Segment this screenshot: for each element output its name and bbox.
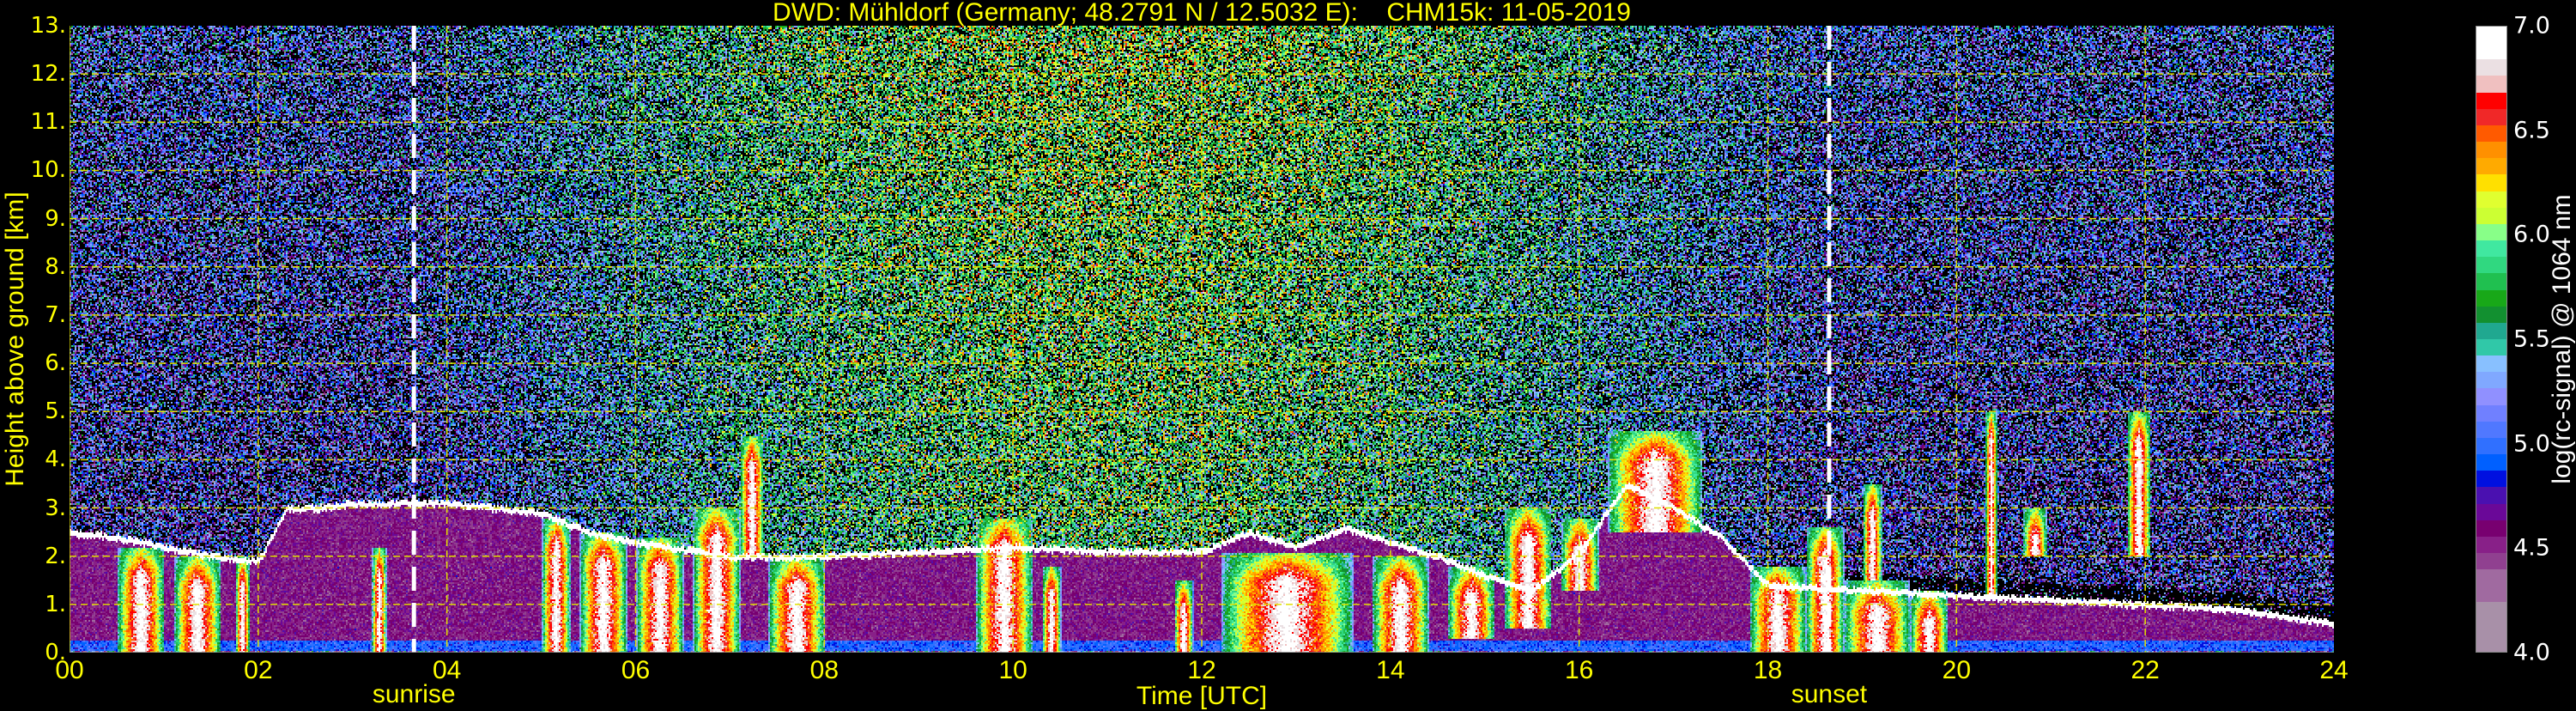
colorbar-segment: [2476, 635, 2506, 652]
colorbar-tick-label: 7.0: [2513, 12, 2550, 40]
x-tick-label: 02: [244, 656, 273, 684]
x-tick-label: 14: [1376, 656, 1405, 684]
x-tick-label: 22: [2131, 656, 2160, 684]
colorbar-segment: [2476, 158, 2506, 175]
colorbar-segment: [2476, 520, 2506, 537]
colorbar-segment: [2476, 240, 2506, 258]
colorbar-segment: [2476, 388, 2506, 405]
colorbar-segment: [2476, 454, 2506, 471]
colorbar-segment: [2476, 618, 2506, 635]
colorbar-tick-label: 5.0: [2513, 430, 2550, 458]
colorbar-segment: [2476, 503, 2506, 520]
colorbar-segment: [2476, 404, 2506, 422]
x-tick-label: 08: [809, 656, 839, 684]
colorbar-segment: [2476, 59, 2506, 76]
colorbar-segment: [2476, 338, 2506, 356]
y-tick-label: 12.: [30, 61, 66, 88]
y-tick-label: 11.: [30, 109, 66, 136]
colorbar-tick-label: 4.5: [2513, 534, 2550, 562]
x-tick-label: 20: [1942, 656, 1972, 684]
x-axis-label: Time [UTC]: [1136, 682, 1268, 710]
colorbar-segment: [2476, 322, 2506, 339]
colorbar-segment: [2476, 43, 2506, 60]
colorbar-segment: [2476, 553, 2506, 570]
y-tick-label: 10.: [30, 157, 66, 184]
colorbar-segment: [2476, 471, 2506, 488]
chart-title: DWD: Mühldorf (Germany; 48.2791 N / 12.5…: [773, 0, 1631, 27]
colorbar-segment: [2476, 174, 2506, 191]
sunrise-label: sunrise: [372, 680, 456, 708]
colorbar-segment: [2476, 27, 2506, 44]
colorbar-segment: [2476, 487, 2506, 504]
colorbar-segment: [2476, 602, 2506, 619]
colorbar-segment: [2476, 306, 2506, 323]
colorbar-segment: [2476, 191, 2506, 208]
x-tick-label: 10: [998, 656, 1027, 684]
y-tick-label: 1.: [45, 591, 66, 617]
sunset-label: sunset: [1791, 680, 1868, 708]
y-tick-label: 3.: [45, 495, 66, 521]
colorbar-segment: [2476, 273, 2506, 290]
colorbar-segment: [2476, 437, 2506, 455]
colorbar: [2476, 26, 2507, 653]
colorbar-segment: [2476, 257, 2506, 274]
colorbar-segment: [2476, 142, 2506, 159]
y-axis-label: Height above ground [km]: [1, 191, 29, 487]
colorbar-segment: [2476, 586, 2506, 603]
x-tick-label: 12: [1187, 656, 1216, 684]
colorbar-segment: [2476, 92, 2506, 109]
colorbar-segment: [2476, 289, 2506, 307]
colorbar-segment: [2476, 76, 2506, 93]
colorbar-segment: [2476, 125, 2506, 143]
colorbar-segment: [2476, 223, 2506, 241]
y-tick-label: 2.: [45, 543, 66, 569]
y-tick-label: 0.: [45, 640, 66, 665]
colorbar-tick-label: 6.5: [2513, 117, 2550, 144]
colorbar-segment: [2476, 207, 2506, 224]
colorbar-segment: [2476, 536, 2506, 553]
x-tick-label: 16: [1564, 656, 1594, 684]
colorbar-tick-label: 6.0: [2513, 221, 2550, 248]
y-tick-label: 13.: [30, 13, 66, 39]
x-tick-label: 18: [1753, 656, 1783, 684]
colorbar-tick-label: 5.5: [2513, 325, 2550, 353]
colorbar-segment: [2476, 372, 2506, 389]
grid-overlay: [70, 26, 2334, 653]
colorbar-segment: [2476, 356, 2506, 373]
colorbar-segment: [2476, 108, 2506, 125]
colorbar-tick-label: 4.0: [2513, 639, 2550, 666]
x-tick-label: 06: [621, 656, 651, 684]
colorbar-segment: [2476, 421, 2506, 438]
x-tick-label: 24: [2319, 656, 2349, 684]
colorbar-label: log(rc-signal) @ 1064 nm: [2548, 194, 2576, 484]
colorbar-segment: [2476, 569, 2506, 586]
plot-area: [70, 26, 2334, 653]
